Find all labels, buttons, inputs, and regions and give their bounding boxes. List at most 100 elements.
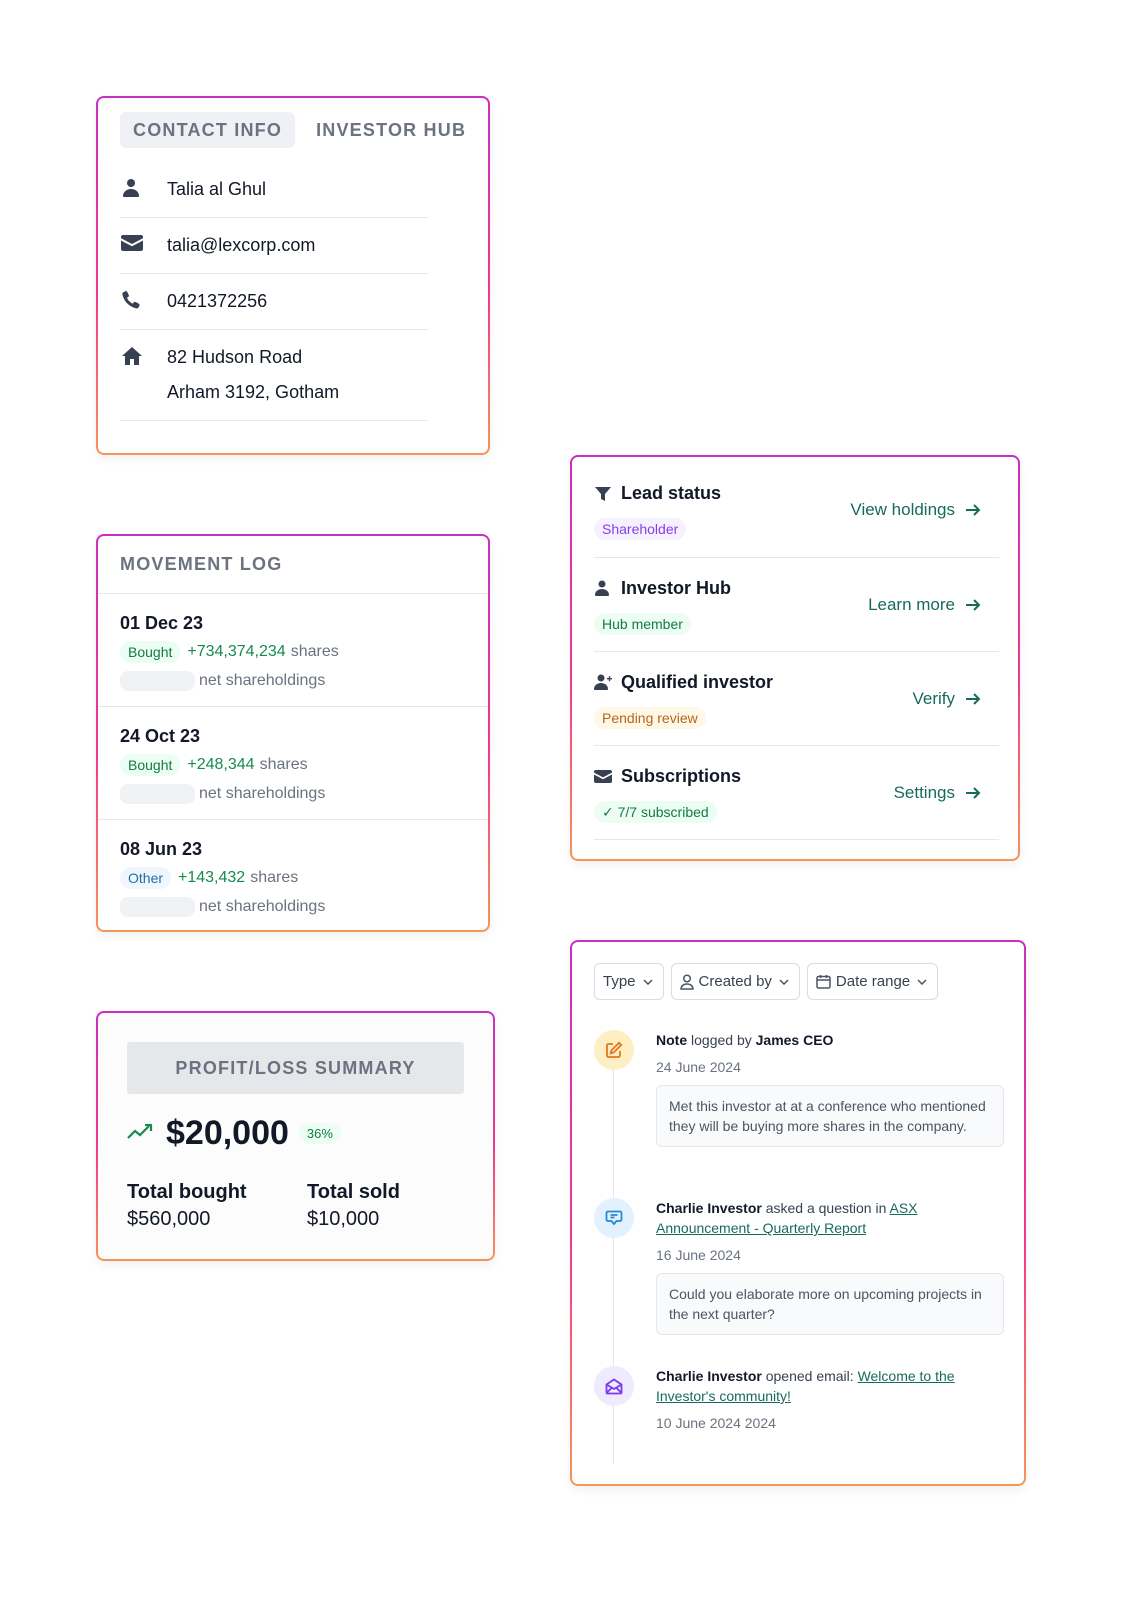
movement-item: 24 Oct 23 Bought +248,344 shares net sha… [98,707,488,820]
movement-type-badge: Other [120,867,172,889]
mail-icon [120,233,167,252]
movement-item: 08 Jun 23 Other +143,432 shares net shar… [98,820,488,930]
user-icon [594,580,621,598]
status-row-subscriptions: Subscriptions ✓ 7/7 subscribed Settings [594,746,999,840]
activity-headline: Note logged by James CEO [656,1030,1004,1050]
net-shareholdings-label: net shareholdings [199,898,326,915]
envelope-open-icon [594,1366,634,1406]
link-label: Verify [912,689,955,708]
profit-loss-stats: Total bought $560,000 Total sold $10,000 [127,1180,487,1231]
address-line-2: Arham 3192, Gotham [167,382,340,402]
trending-up-icon [127,1121,157,1146]
tab-investor-hub[interactable]: INVESTOR HUB [303,112,479,148]
contact-name: Talia al Ghul [167,179,267,199]
contact-email[interactable]: talia@lexcorp.com [167,233,315,258]
net-shareholdings-label: net shareholdings [199,672,326,689]
net-shareholdings-label: net shareholdings [199,785,326,802]
profit-loss-card: PROFIT/LOSS SUMMARY $20,000 36% Total bo… [96,1011,495,1261]
movement-date: 24 Oct 23 [120,726,201,746]
status-title: Qualified investor [621,672,774,692]
movement-item: 01 Dec 23 Bought +734,374,234 shares net… [98,594,488,707]
contact-address-row: 82 Hudson Road Arham 3192, Gotham [120,330,428,421]
chevron-down-icon [779,978,789,985]
status-list: Lead status Shareholder View holdings In… [594,457,999,840]
activity-note-body: Met this investor at at a conference who… [656,1085,1004,1147]
contact-name-row: Talia al Ghul [120,162,428,218]
status-title: Investor Hub [621,578,732,598]
total-sold: Total sold $10,000 [307,1180,487,1231]
filter-label: Date range [835,973,911,990]
chat-bubble-icon [594,1198,634,1238]
movement-unit: shares [250,869,299,886]
total-sold-label: Total sold [307,1181,400,1203]
funnel-icon [594,485,621,503]
activity-question-body: Could you elaborate more on upcoming pro… [656,1273,1004,1335]
phone-icon [120,289,167,310]
movement-date: 01 Dec 23 [120,613,204,633]
link-label: Learn more [868,595,955,614]
chevron-down-icon [643,978,653,985]
date-range-filter-dropdown[interactable]: Date range [806,963,939,1000]
activity-filters: Type Created by Date range [594,963,939,1000]
settings-link[interactable]: Settings [894,783,981,803]
activity-action: opened email: [761,1368,858,1384]
chevron-down-icon [917,978,927,985]
contact-phone-row: 0421372256 [120,274,428,330]
activity-actor: Charlie Investor [656,1200,762,1216]
activity-action: asked a question in [761,1200,890,1216]
address-line-1: 82 Hudson Road [167,347,303,367]
verify-link[interactable]: Verify [912,689,981,709]
filter-label: Type [603,973,636,990]
profit-loss-title: PROFIT/LOSS SUMMARY [127,1042,464,1094]
filter-label: Created by [698,973,772,990]
movement-date: 08 Jun 23 [120,839,203,859]
investor-status-card: Lead status Shareholder View holdings In… [570,455,1020,861]
activity-date: 24 June 2024 [656,1059,741,1075]
arrow-right-icon [966,599,981,611]
profit-loss-percent-badge: 36% [298,1123,341,1144]
total-sold-value: $10,000 [307,1208,380,1230]
calendar-icon [816,975,831,989]
status-row-qualified-investor: Qualified investor Pending review Verify [594,652,999,746]
contact-tabs: CONTACT INFO INVESTOR HUB [120,112,479,148]
contact-phone[interactable]: 0421372256 [167,289,267,314]
status-row-investor-hub: Investor Hub Hub member Learn more [594,558,999,652]
movement-log-title: MOVEMENT LOG [120,554,283,574]
net-shareholdings-placeholder [120,897,195,917]
tab-contact-info[interactable]: CONTACT INFO [120,112,296,148]
movement-amount: +143,432 [178,869,246,886]
contact-info-card: CONTACT INFO INVESTOR HUB Talia al Ghul … [96,96,490,455]
contact-details-list: Talia al Ghul talia@lexcorp.com 04213722… [120,162,428,421]
activity-headline: Charlie Investor opened email: Welcome t… [656,1366,1004,1406]
movement-type-badge: Bought [120,641,181,663]
contact-email-row: talia@lexcorp.com [120,218,428,274]
link-label: View holdings [850,500,955,519]
contact-address: 82 Hudson Road Arham 3192, Gotham [167,345,339,405]
arrow-right-icon [966,787,981,799]
movement-unit: shares [290,643,339,660]
status-row-lead-status: Lead status Shareholder View holdings [594,457,999,558]
home-icon [120,345,167,366]
activity-author: James CEO [755,1032,834,1048]
movement-list: 01 Dec 23 Bought +734,374,234 shares net… [98,594,488,930]
activity-action: logged by [687,1032,756,1048]
status-badge: ✓ 7/7 subscribed [594,801,717,823]
net-shareholdings-placeholder [120,671,195,691]
user-outline-icon [679,973,694,990]
movement-log-card: MOVEMENT LOG 01 Dec 23 Bought +734,374,2… [96,534,490,932]
movement-amount: +734,374,234 [187,643,286,660]
created-by-filter-dropdown[interactable]: Created by [670,963,800,1000]
status-title: Lead status [621,483,722,503]
activity-date: 16 June 2024 [656,1247,741,1263]
learn-more-link[interactable]: Learn more [868,595,981,615]
movement-unit: shares [259,756,308,773]
movement-amount: +248,344 [187,756,255,773]
status-badge: Pending review [594,707,706,729]
net-shareholdings-placeholder [120,784,195,804]
profit-loss-headline: $20,000 36% [127,1114,341,1153]
view-holdings-link[interactable]: View holdings [850,500,981,520]
status-badge: Shareholder [594,518,687,540]
activity-actor: Charlie Investor [656,1368,762,1384]
type-filter-dropdown[interactable]: Type [594,963,664,1000]
movement-type-badge: Bought [120,754,181,776]
